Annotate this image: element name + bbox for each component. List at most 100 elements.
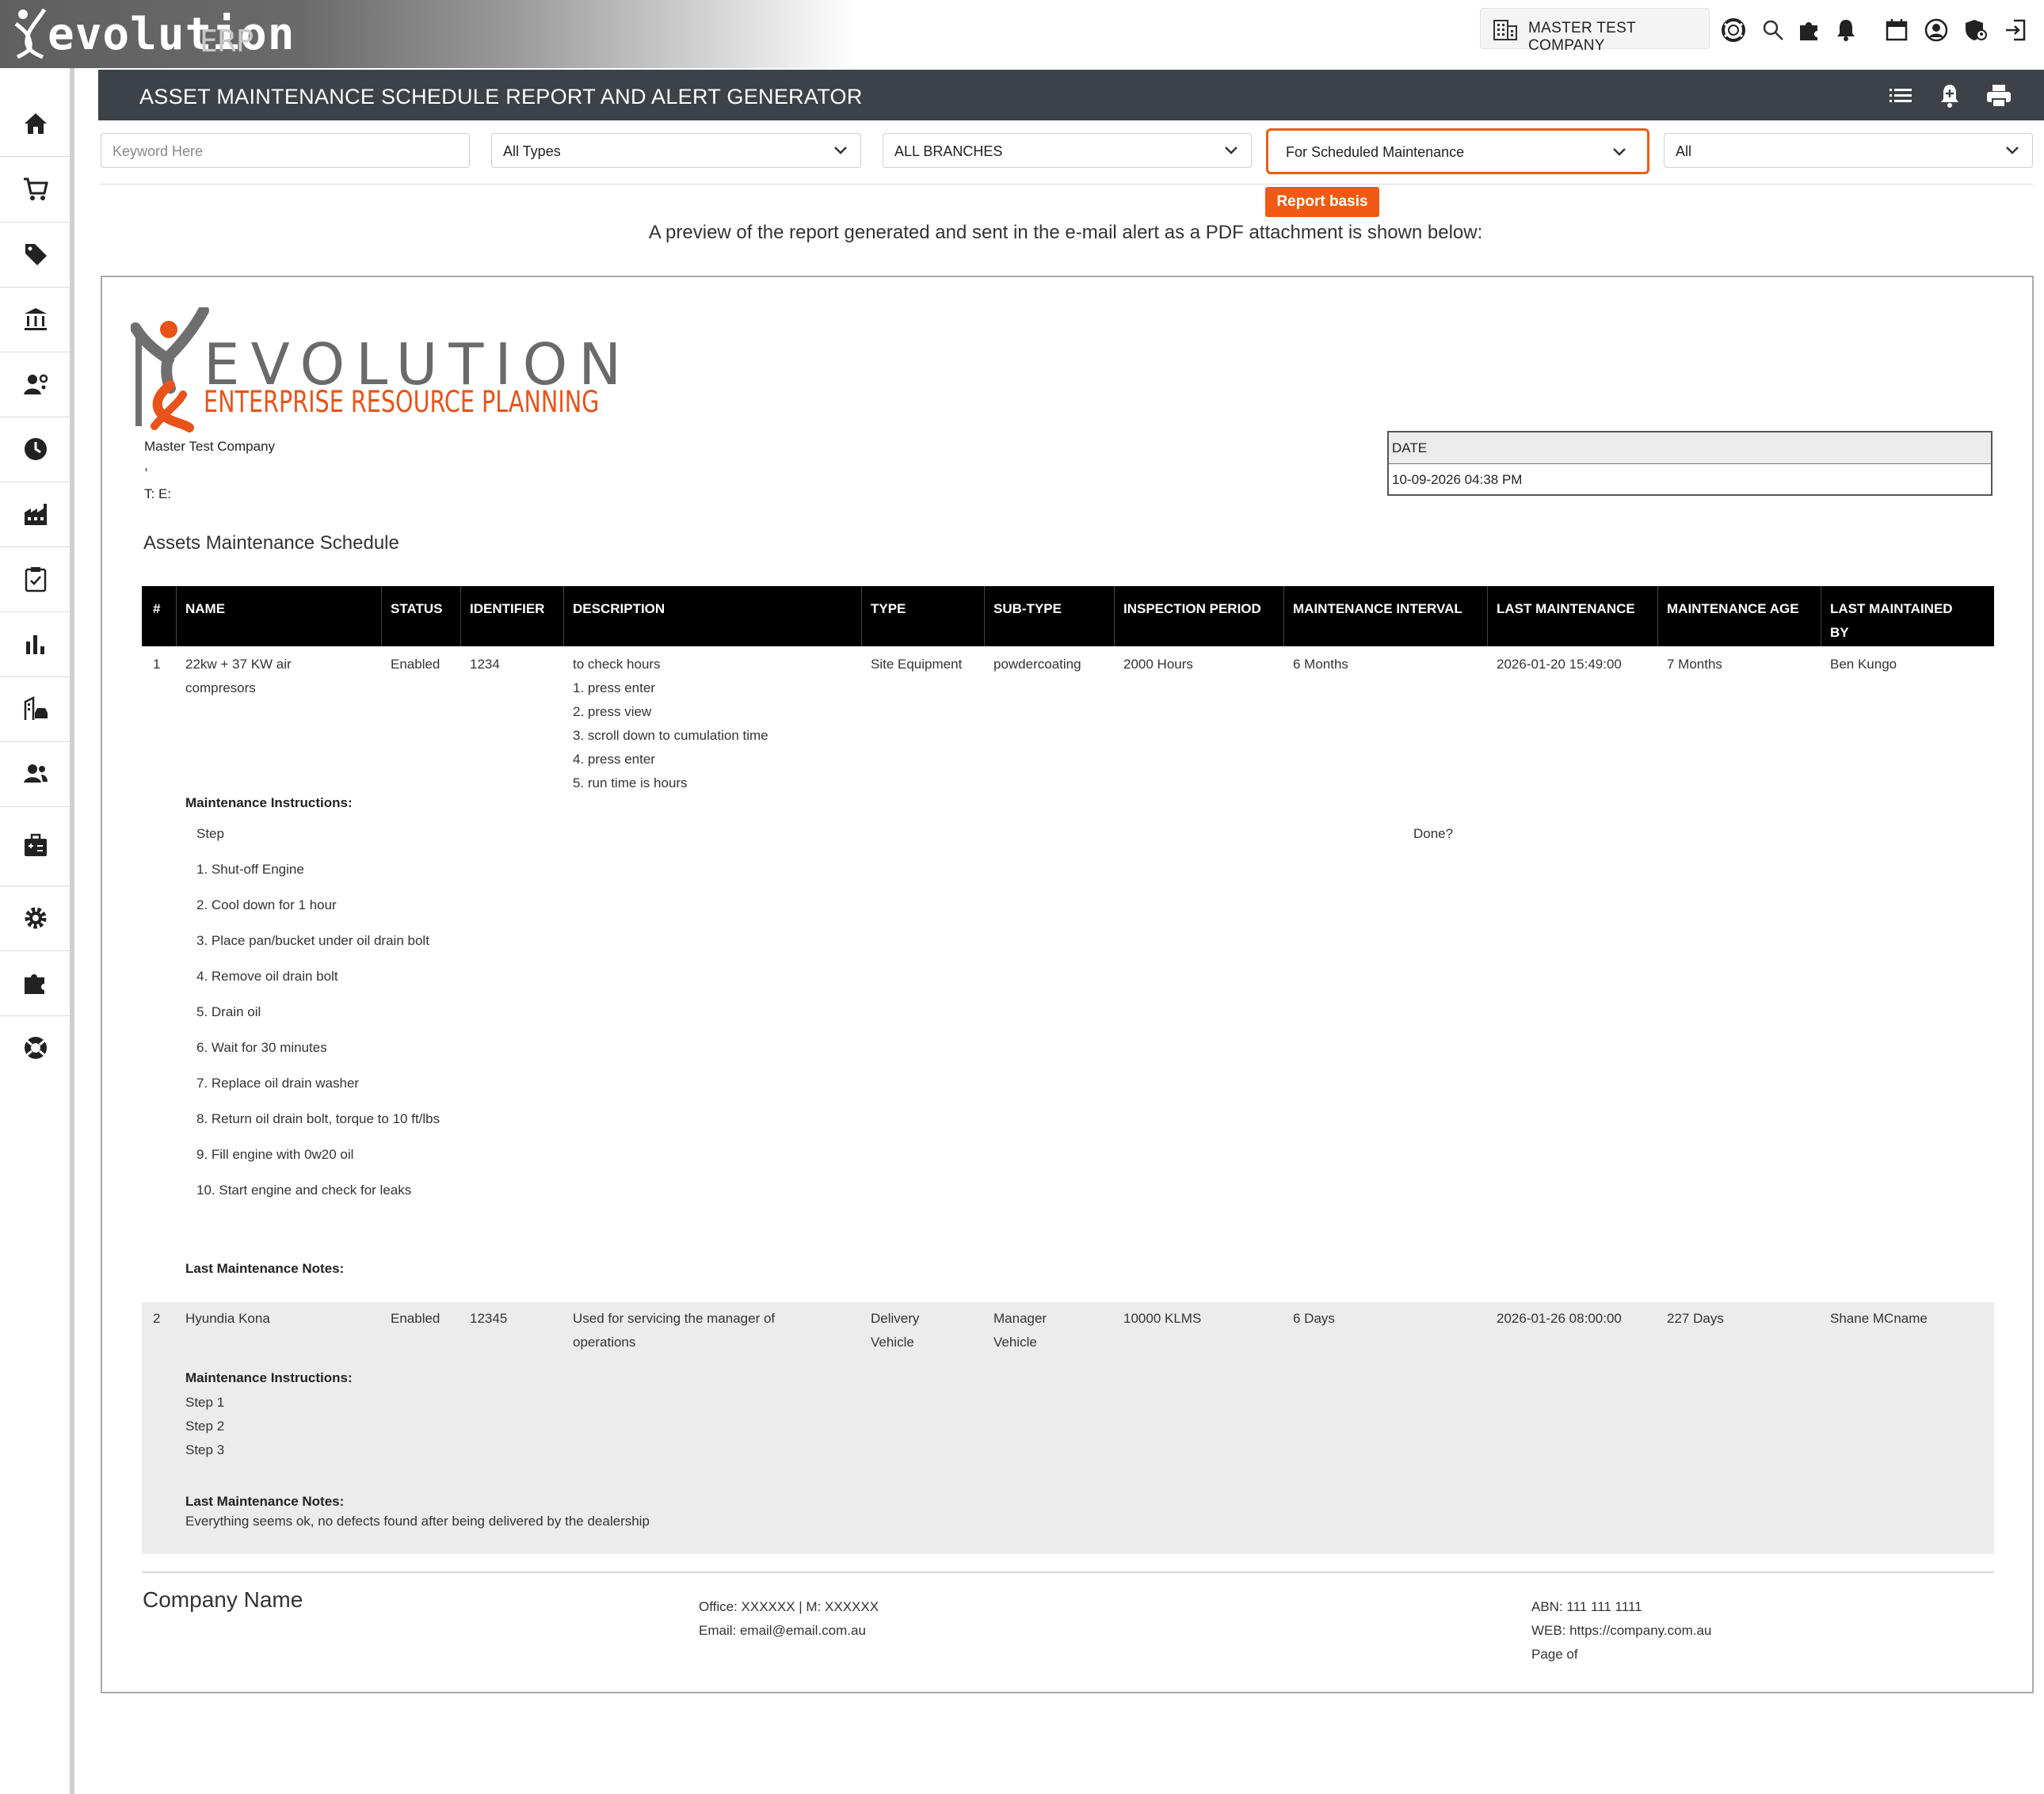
brand-logo-icon xyxy=(14,8,47,59)
list-icon[interactable] xyxy=(1887,82,1914,109)
search-icon[interactable] xyxy=(1760,17,1786,43)
footer-email: Email: email@email.com.au xyxy=(699,1623,866,1638)
user-circle-icon[interactable] xyxy=(1924,17,1949,43)
preview-caption: A preview of the report generated and se… xyxy=(648,222,1483,243)
instruction-step: 2. Cool down for 1 hour xyxy=(196,897,337,912)
building-icon xyxy=(1493,20,1517,40)
factory-icon xyxy=(25,504,47,525)
brand-logo[interactable]: evolution ERP xyxy=(0,0,856,68)
report-basis-select[interactable]: For Scheduled Maintenance xyxy=(1266,128,1649,174)
table-row: 1 22kw + 37 KW air compresors Enabled 12… xyxy=(142,646,1994,1296)
instruction-step: 8. Return oil drain bolt, torque to 10 f… xyxy=(196,1111,440,1126)
report-company-name: Master Test Company xyxy=(144,439,276,454)
users-icon xyxy=(24,764,48,783)
shield-user-icon[interactable] xyxy=(1963,17,1989,43)
logout-icon[interactable] xyxy=(2003,17,2028,43)
last-maintained-by: Shane MCname xyxy=(1830,1311,1928,1326)
sidebar-item-hr[interactable] xyxy=(0,352,70,417)
bell-icon[interactable] xyxy=(1833,17,1859,43)
bar-chart-icon xyxy=(26,635,44,654)
row-number: 1 xyxy=(153,657,161,672)
bell-plus-icon[interactable] xyxy=(1936,82,1963,109)
report-date-box: DATE 10-09-2026 04:38 PM xyxy=(1387,431,1993,496)
cart-icon xyxy=(24,177,48,200)
sidebar-item-manufacturing[interactable] xyxy=(0,482,70,547)
maintenance-interval: 6 Months xyxy=(1293,657,1348,672)
calculator-briefcase-icon xyxy=(25,833,47,856)
sidebar-item-settings[interactable] xyxy=(0,886,70,951)
last-maintenance-notes-label: Last Maintenance Notes: xyxy=(185,1261,345,1276)
instruction-step: Step 3 xyxy=(185,1442,225,1457)
maintenance-age: 7 Months xyxy=(1667,657,1722,672)
page-header: ASSET MAINTENANCE SCHEDULE REPORT AND AL… xyxy=(98,70,2044,120)
company-name: MASTER TEST COMPANY xyxy=(1528,20,1636,54)
footer-abn: ABN: 111 111 1111 xyxy=(1531,1599,1642,1614)
report-preview: EVOLUTION ENTERPRISE RESOURCE PLANNING M… xyxy=(101,276,2034,1693)
instruction-step: 5. Drain oil xyxy=(196,1004,261,1019)
status-select[interactable]: All xyxy=(1664,133,2033,168)
asset-status: Enabled xyxy=(391,1311,440,1326)
asset-description: Used for servicing the manager of operat… xyxy=(573,1311,776,1350)
instruction-step: 4. Remove oil drain bolt xyxy=(196,969,338,984)
sidebar-item-reports[interactable] xyxy=(0,611,70,677)
report-footer-divider xyxy=(142,1571,1994,1573)
maintenance-instructions-label: Maintenance Instructions: xyxy=(185,795,353,810)
calendar-icon[interactable] xyxy=(1884,17,1909,43)
last-maintenance: 2026-01-26 08:00:00 xyxy=(1497,1311,1622,1326)
table-row: 2 Hyundia Kona Enabled 12345 Used for se… xyxy=(142,1302,1994,1554)
inspection-period: 2000 Hours xyxy=(1123,657,1193,672)
sidebar-item-contacts[interactable] xyxy=(0,741,70,807)
col-status: STATUS xyxy=(391,601,443,616)
sidebar-item-tasks[interactable] xyxy=(0,547,70,612)
sidebar-item-time[interactable] xyxy=(0,417,70,482)
chevron-down-icon xyxy=(1225,147,1237,154)
sidebar-item-addons[interactable] xyxy=(0,950,70,1016)
type-select[interactable]: All Types xyxy=(491,133,861,168)
footer-web: WEB: https://company.com.au xyxy=(1531,1623,1712,1638)
home-icon xyxy=(25,113,47,134)
asset-status: Enabled xyxy=(391,657,440,672)
filter-divider xyxy=(100,184,2033,185)
building-car-icon xyxy=(24,695,48,720)
keyword-search-input[interactable]: Keyword Here xyxy=(101,133,470,168)
sidebar-item-support[interactable] xyxy=(0,1015,70,1080)
maintenance-instructions-label: Maintenance Instructions: xyxy=(185,1370,353,1385)
last-maintenance-notes: Everything seems ok, no defects found af… xyxy=(185,1514,650,1529)
asset-subtype: powdercoating xyxy=(993,657,1081,672)
inspection-period: 10000 KLMS xyxy=(1123,1311,1202,1326)
asset-type: Site Equipment xyxy=(871,657,963,672)
branch-select-value: ALL BRANCHES xyxy=(894,143,1003,159)
sidebar-item-sales[interactable] xyxy=(0,157,70,223)
clipboard-check-icon xyxy=(25,567,47,592)
brand-name: evolution xyxy=(48,9,296,60)
instruction-step: 1. Shut-off Engine xyxy=(196,862,304,877)
col-type: TYPE xyxy=(871,601,906,616)
puzzle-icon[interactable] xyxy=(1797,17,1822,43)
branch-select[interactable]: ALL BRANCHES xyxy=(883,133,1252,168)
last-maintained-by: Ben Kungo xyxy=(1830,657,1897,672)
footer-office: Office: XXXXXX | M: XXXXXX xyxy=(699,1599,879,1614)
instruction-step: 7. Replace oil drain washer xyxy=(196,1076,360,1091)
sidebar-item-assets[interactable] xyxy=(0,676,70,742)
instruction-step: 6. Wait for 30 minutes xyxy=(196,1040,327,1055)
maintenance-interval: 6 Days xyxy=(1293,1311,1335,1326)
table-header: # NAME STATUS IDENTIFIER DESCRIPTION TYP… xyxy=(142,586,1994,646)
keyword-placeholder: Keyword Here xyxy=(112,143,204,159)
asset-identifier: 12345 xyxy=(470,1311,508,1326)
logo-tagline: ENTERPRISE RESOURCE PLANNING xyxy=(204,385,600,419)
brand-suffix: ERP xyxy=(200,24,254,59)
company-selector[interactable]: MASTER TEST COMPANY xyxy=(1480,8,1710,54)
sidebar-item-accounting[interactable] xyxy=(0,806,70,886)
tag-icon xyxy=(25,244,47,265)
col-number: # xyxy=(153,601,161,616)
print-icon[interactable] xyxy=(1985,82,2012,109)
asset-subtype: Manager Vehicle xyxy=(993,1311,1047,1350)
footer-page: Page of xyxy=(1531,1647,1578,1662)
col-maintenance-interval: MAINTENANCE INTERVAL xyxy=(1293,601,1462,616)
sidebar-item-finance[interactable] xyxy=(0,287,70,352)
puzzle-icon xyxy=(25,974,44,994)
lifebuoy-icon[interactable] xyxy=(1721,17,1746,43)
row-number: 2 xyxy=(153,1311,161,1326)
lifebuoy-icon xyxy=(25,1037,47,1059)
sidebar-item-home[interactable] xyxy=(0,91,70,157)
